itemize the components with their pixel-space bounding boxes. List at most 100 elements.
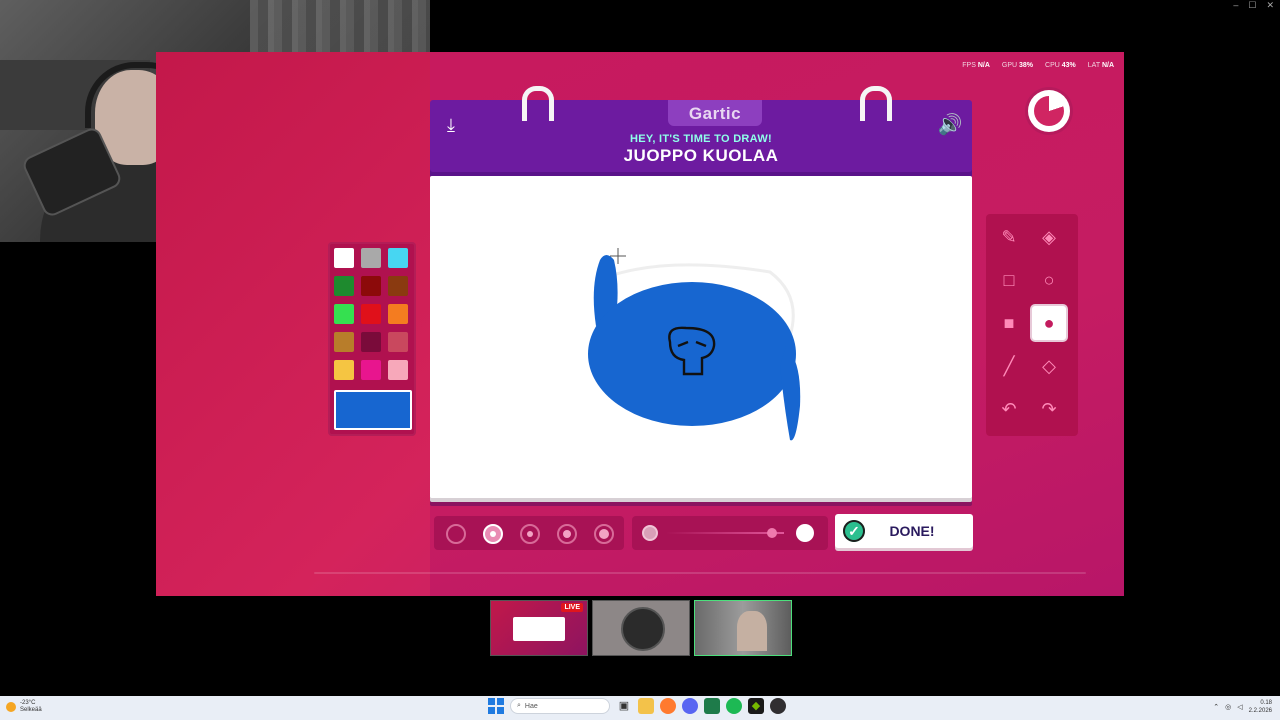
discord-icon[interactable] bbox=[682, 698, 698, 714]
opacity-slider[interactable] bbox=[632, 516, 828, 550]
color-swatch[interactable] bbox=[334, 304, 354, 324]
taskbar-search[interactable]: ⌕ Hae bbox=[510, 698, 610, 714]
chevron-up-icon[interactable]: ⌃ bbox=[1213, 703, 1219, 711]
color-swatch[interactable] bbox=[334, 332, 354, 352]
file-explorer-icon[interactable] bbox=[638, 698, 654, 714]
app-icon-green[interactable] bbox=[704, 698, 720, 714]
color-swatch[interactable] bbox=[361, 332, 381, 352]
blue-ellipse bbox=[588, 282, 796, 426]
thumbnail-canvas bbox=[513, 617, 565, 641]
brush-size-dot bbox=[563, 530, 571, 538]
brush-size-option[interactable] bbox=[594, 524, 614, 544]
color-swatch[interactable] bbox=[388, 332, 408, 352]
stat-value: N/A bbox=[1101, 62, 1114, 69]
draw-prompt-subtitle: HEY, IT'S TIME TO DRAW! bbox=[630, 133, 772, 145]
draw-header: Gartic ⤓ 🔊 HEY, IT'S TIME TO DRAW! JUOPP… bbox=[430, 86, 972, 178]
timer-progress bbox=[1034, 96, 1064, 126]
color-swatch[interactable] bbox=[361, 304, 381, 324]
window-controls: – ☐ ✕ bbox=[1233, 0, 1274, 11]
line-tool-icon[interactable]: ╱ bbox=[992, 349, 1026, 383]
color-swatch[interactable] bbox=[361, 276, 381, 296]
spotify-icon[interactable] bbox=[726, 698, 742, 714]
color-swatch[interactable] bbox=[361, 248, 381, 268]
brush-size-option[interactable] bbox=[520, 524, 540, 544]
taskbar-apps: ⌕ Hae ▣ ◆ bbox=[488, 698, 786, 714]
brush-size-option[interactable] bbox=[557, 524, 577, 544]
sun-icon bbox=[6, 702, 16, 712]
done-button-label: DONE! bbox=[889, 523, 935, 539]
blue-right-lobe bbox=[780, 346, 801, 441]
rectangle-tool-icon[interactable]: □ bbox=[992, 263, 1026, 297]
obs-icon[interactable] bbox=[770, 698, 786, 714]
brush-size-dot bbox=[599, 529, 609, 539]
clock[interactable]: 0.18 2.2.2026 bbox=[1249, 699, 1272, 715]
task-view-icon[interactable]: ▣ bbox=[616, 698, 632, 714]
color-swatch[interactable] bbox=[388, 248, 408, 268]
weather-desc: Selkeää bbox=[20, 707, 42, 713]
taskbar: -23°C Selkeää ⌕ Hae ▣ ◆ ⌃ ◎ ◁ 0.18 2.2.2… bbox=[0, 696, 1280, 720]
nvidia-icon[interactable]: ◆ bbox=[748, 698, 764, 714]
opacity-handle[interactable] bbox=[767, 528, 778, 538]
drawing-canvas[interactable] bbox=[430, 176, 972, 498]
firefox-icon[interactable] bbox=[660, 698, 676, 714]
opacity-min-icon bbox=[642, 525, 658, 541]
close-button[interactable]: ✕ bbox=[1266, 0, 1274, 11]
stat-key: CPU bbox=[1045, 62, 1060, 69]
color-swatch[interactable] bbox=[361, 360, 381, 380]
volume-tray-icon[interactable]: ◁ bbox=[1237, 703, 1242, 711]
brush-size-selector bbox=[434, 516, 624, 550]
filled-ellipse-tool-icon[interactable]: ● bbox=[1032, 306, 1066, 340]
search-placeholder: Hae bbox=[524, 702, 538, 710]
board-hook-right bbox=[860, 86, 892, 121]
logo-tab: Gartic bbox=[668, 100, 762, 126]
board-hook-left bbox=[522, 86, 554, 121]
pencil-tool-icon[interactable]: ✎ bbox=[992, 220, 1026, 254]
filled-rectangle-tool-icon[interactable]: ■ bbox=[992, 306, 1026, 340]
brush-size-dot bbox=[527, 531, 533, 537]
scene-thumbnails: LIVE bbox=[490, 600, 792, 656]
minimize-button[interactable]: – bbox=[1233, 0, 1238, 11]
undo-tool-icon[interactable]: ↶ bbox=[992, 392, 1026, 426]
stat-value: 38% bbox=[1019, 62, 1034, 69]
brush-size-option[interactable] bbox=[446, 524, 466, 544]
tool-panel: ✎ ◈ □ ○ ■ ● ╱ ◇ ↶ ↷ bbox=[986, 214, 1078, 436]
stat-gpu: GPU 38% bbox=[1002, 62, 1033, 69]
color-palette bbox=[328, 242, 416, 436]
color-swatch[interactable] bbox=[388, 276, 408, 296]
stat-lat: LAT N/A bbox=[1088, 62, 1114, 69]
fill-bucket-tool-icon[interactable]: ◇ bbox=[1032, 349, 1066, 383]
windows-start-icon[interactable] bbox=[488, 698, 504, 714]
stat-key: GPU bbox=[1001, 62, 1018, 69]
scene-thumbnail-game[interactable]: LIVE bbox=[490, 600, 588, 656]
network-icon[interactable]: ◎ bbox=[1225, 703, 1231, 711]
ellipse-tool-icon[interactable]: ○ bbox=[1032, 263, 1066, 297]
stat-value: N/A bbox=[977, 62, 990, 69]
clock-date: 2.2.2026 bbox=[1248, 708, 1272, 714]
search-icon: ⌕ bbox=[517, 702, 521, 709]
redo-tool-icon[interactable]: ↷ bbox=[1032, 392, 1066, 426]
clock-time: 0.18 bbox=[1260, 700, 1272, 706]
stat-key: FPS bbox=[962, 62, 976, 69]
scene-thumbnail-camera[interactable] bbox=[694, 600, 792, 656]
weather-widget[interactable]: -23°C Selkeää bbox=[6, 700, 42, 714]
current-color bbox=[334, 390, 412, 430]
maximize-button[interactable]: ☐ bbox=[1248, 0, 1256, 11]
camera-figure bbox=[737, 611, 767, 651]
stat-cpu: CPU 43% bbox=[1045, 62, 1076, 69]
color-swatch[interactable] bbox=[334, 248, 354, 268]
color-swatch[interactable] bbox=[334, 360, 354, 380]
color-swatch[interactable] bbox=[388, 360, 408, 380]
opacity-max-icon bbox=[796, 524, 814, 542]
timer-icon bbox=[1028, 90, 1070, 132]
stat-key: LAT bbox=[1087, 62, 1100, 69]
check-icon: ✓ bbox=[843, 520, 865, 542]
avatar bbox=[621, 607, 665, 651]
performance-stats: FPS N/A GPU 38% CPU 43% LAT N/A bbox=[962, 62, 1114, 69]
scene-thumbnail-avatar[interactable] bbox=[592, 600, 690, 656]
color-swatch[interactable] bbox=[334, 276, 354, 296]
eraser-tool-icon[interactable]: ◈ bbox=[1032, 220, 1066, 254]
brush-size-option[interactable] bbox=[483, 524, 503, 544]
color-swatch[interactable] bbox=[388, 304, 408, 324]
drawing-svg bbox=[588, 248, 801, 441]
done-button[interactable]: ✓ DONE! bbox=[835, 514, 973, 548]
